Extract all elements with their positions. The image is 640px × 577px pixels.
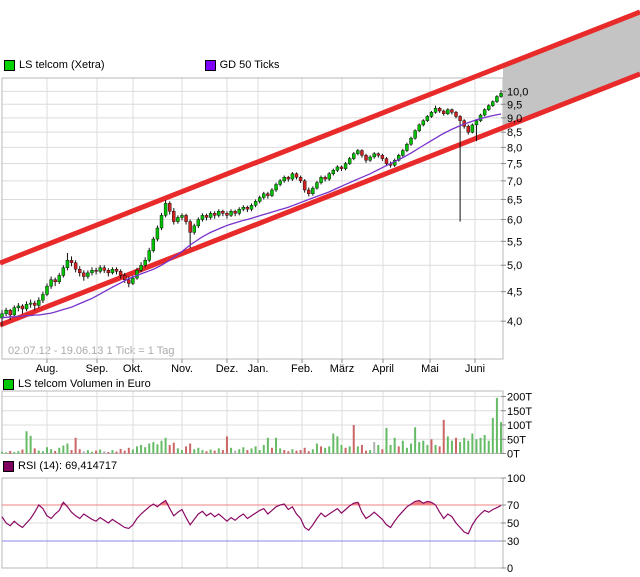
volume-tick-label: 50T — [507, 434, 526, 446]
price-tick-label: 9,0 — [507, 113, 522, 125]
volume-tick-label: 100T — [507, 420, 532, 432]
price-tick-label: 4,5 — [507, 287, 522, 299]
month-tick-label: April — [372, 363, 394, 375]
month-tick-label: März — [330, 363, 354, 375]
price-tick-label: 9,5 — [507, 99, 522, 111]
ma50-line — [2, 113, 502, 319]
price-tick-label: 7,5 — [507, 159, 522, 171]
rsi-tick-label: 70 — [507, 500, 519, 512]
volume-tick-label: 200T — [507, 392, 532, 404]
month-tick-label: Nov. — [171, 363, 193, 375]
month-tick-label: Feb. — [291, 363, 313, 375]
price-tick-label: 10,0 — [507, 86, 528, 98]
rsi-tick-label: 100 — [507, 473, 525, 485]
price-tick-label: 6,5 — [507, 194, 522, 206]
rsi-tick-label: 0 — [507, 563, 513, 575]
volume-tick-label: 150T — [507, 406, 532, 418]
month-tick-label: Dez. — [216, 363, 239, 375]
month-tick-label: Jan. — [248, 363, 269, 375]
rsi-tick-label: 50 — [507, 518, 519, 530]
rsi-layer — [1, 499, 503, 542]
month-tick-label: Mai — [421, 363, 439, 375]
volume-tick-label: 0T — [507, 449, 520, 461]
grid-layer — [1, 77, 504, 569]
trend-channel — [0, 9, 640, 328]
month-tick-label: Okt. — [123, 363, 143, 375]
chart-plot-svg: 10,09,5 9,0 8,5 8,0 7,5 7,0 6,5 6,0 5,5 5,0 4,5 4,0… — [0, 9, 640, 575]
rsi-tick-label: 30 — [507, 536, 519, 548]
price-tick-label: 8,0 — [507, 142, 522, 154]
month-tick-label: Aug. — [36, 363, 59, 375]
month-tick-label: Juni — [465, 363, 485, 375]
axis-labels-layer: 10,09,5 9,0 8,5 8,0 7,5 7,0 6,5 6,0 5,5 5,0 4,5 4,0… — [36, 86, 533, 575]
candles-layer — [0, 90, 503, 327]
month-tick-label: Sep. — [86, 363, 109, 375]
volume-bars-layer — [1, 397, 502, 454]
price-tick-label: 4,0 — [507, 316, 522, 328]
price-tick-label: 5,0 — [507, 260, 522, 272]
price-tick-label: 6,0 — [507, 215, 522, 227]
ma-layer — [2, 113, 502, 319]
channel-upper-line — [0, 9, 640, 266]
price-tick-label: 5,5 — [507, 236, 522, 248]
price-tick-label: 8,5 — [507, 127, 522, 139]
chart-window: LS telcom (Xetra) GD 50 Ticks LS telcom … — [0, 0, 640, 577]
price-tick-label: 7,0 — [507, 176, 522, 188]
